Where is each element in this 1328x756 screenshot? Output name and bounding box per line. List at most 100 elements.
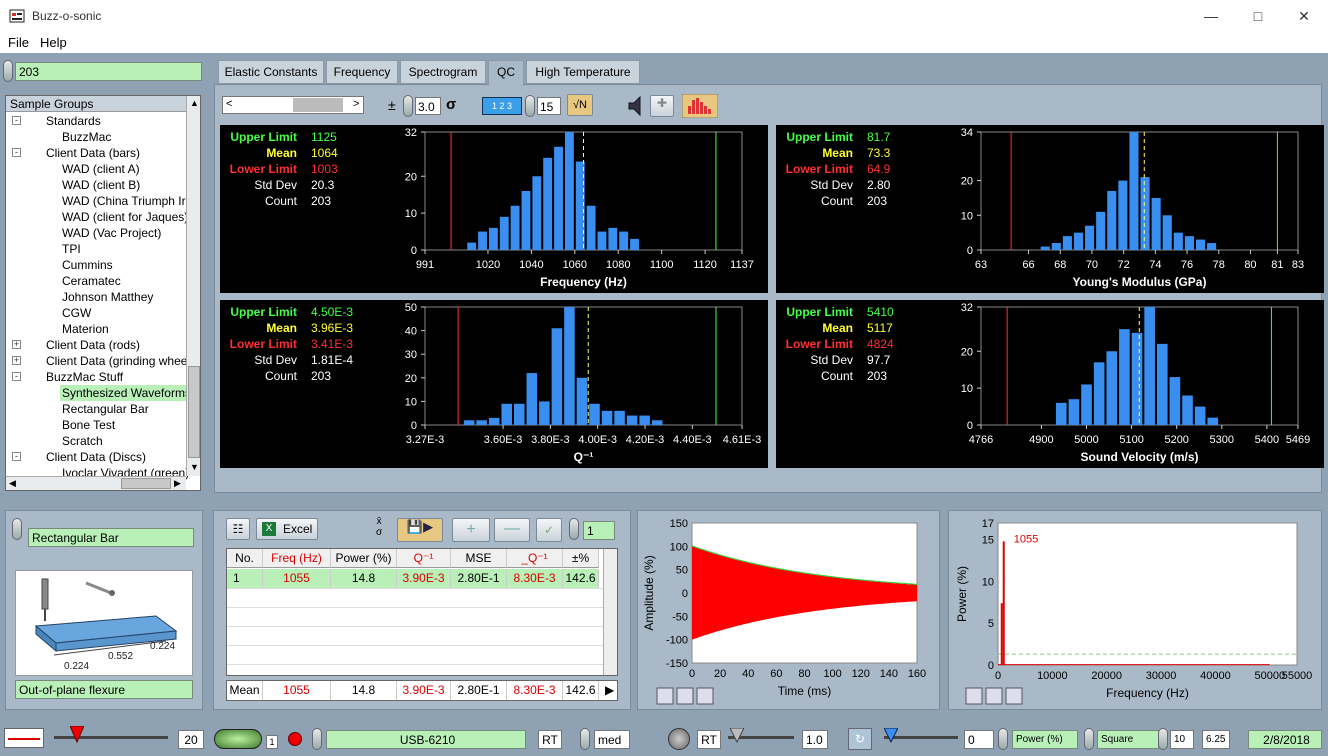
menu-file[interactable]: File xyxy=(8,35,29,50)
sample-count-field[interactable]: 203 xyxy=(15,62,202,81)
rt-field-1[interactable]: RT xyxy=(538,730,562,749)
tree-hscrollbar[interactable]: ◀ ▶ xyxy=(6,476,186,490)
n-field[interactable]: 10 xyxy=(1170,730,1194,749)
tree-expander-icon[interactable]: + xyxy=(12,356,21,365)
table-header-cell[interactable]: Freq (Hz) xyxy=(263,549,331,568)
table-header-cell[interactable]: _Q⁻¹ xyxy=(507,549,563,568)
menu-help[interactable]: Help xyxy=(40,35,67,50)
tree-item[interactable]: Client Data (Discs) xyxy=(44,449,148,465)
tab-high-temperature[interactable]: High Temperature xyxy=(526,60,640,84)
tree-item[interactable]: CGW xyxy=(60,305,93,321)
tree-item[interactable]: WAD (client B) xyxy=(60,177,142,193)
tree-item[interactable]: Johnson Matthey xyxy=(60,289,155,305)
device-field[interactable]: USB-6210 xyxy=(326,730,526,749)
table-cell[interactable]: 8.30E-3 xyxy=(507,569,563,588)
pan-icon[interactable] xyxy=(1005,687,1023,705)
tab-frequency[interactable]: Frequency xyxy=(326,60,398,84)
record-count[interactable]: 1 xyxy=(583,521,615,540)
bins-spinner[interactable] xyxy=(525,95,535,117)
tree-item[interactable]: BuzzMac xyxy=(60,129,113,145)
tree-item[interactable]: Client Data (rods) xyxy=(44,337,142,353)
speaker-icon[interactable] xyxy=(626,95,646,117)
table-header-cell[interactable]: Power (%) xyxy=(331,549,397,568)
record-spinner[interactable] xyxy=(569,518,579,540)
refresh-icon[interactable]: ↻ xyxy=(848,728,872,750)
table-cell[interactable]: 1 xyxy=(227,569,263,588)
tree-item[interactable]: WAD (China Triumph Ir xyxy=(60,193,188,209)
maximize-icon[interactable]: □ xyxy=(1243,6,1273,28)
close-icon[interactable]: ✕ xyxy=(1289,6,1319,28)
table-cell[interactable]: 3.90E-3 xyxy=(397,569,451,588)
excel-button[interactable]: X Excel xyxy=(256,518,318,540)
tab-spectrogram[interactable]: Spectrogram xyxy=(400,60,486,84)
power-slider-thumb-icon[interactable] xyxy=(884,728,898,744)
save-record-button[interactable]: 💾▶ xyxy=(397,518,443,542)
tree-item[interactable]: Rectangular Bar xyxy=(60,401,151,417)
tree-item[interactable]: Client Data (grinding whee xyxy=(44,353,189,369)
tree-vscrollbar[interactable]: ▲ ▼ xyxy=(186,96,200,476)
qc-scrollbar[interactable]: < > xyxy=(222,96,364,114)
bins-input[interactable]: 15 xyxy=(537,97,561,115)
remove-button[interactable]: — xyxy=(494,518,530,542)
minimize-icon[interactable]: — xyxy=(1196,6,1226,28)
line-style-swatch[interactable] xyxy=(4,728,44,748)
level-value[interactable]: 20 xyxy=(178,730,204,749)
tree-item[interactable]: Client Data (bars) xyxy=(44,145,142,161)
window-spinner[interactable] xyxy=(1084,728,1094,750)
mean-arrow-icon[interactable]: ▶ xyxy=(605,683,614,697)
table-cell[interactable]: 14.8 xyxy=(331,569,397,588)
sigma-spinner[interactable] xyxy=(403,95,413,117)
power-mode-spinner[interactable] xyxy=(998,728,1008,750)
tree-item[interactable]: Bone Test xyxy=(60,417,117,433)
tree-item[interactable]: TPI xyxy=(60,241,83,257)
tab-qc[interactable]: QC xyxy=(488,60,524,86)
tree-item[interactable]: WAD (client A) xyxy=(60,161,142,177)
table-vscrollbar[interactable] xyxy=(603,549,617,675)
window-field[interactable]: Square xyxy=(1097,730,1159,749)
add-button[interactable]: + xyxy=(452,518,490,542)
n-spinner[interactable] xyxy=(1158,728,1168,750)
tree-item[interactable]: Scratch xyxy=(60,433,105,449)
gain-value[interactable]: 1.0 xyxy=(802,730,828,749)
table-cell[interactable]: 1055 xyxy=(263,569,331,588)
gain-knob-icon[interactable] xyxy=(668,728,690,750)
power-mode-field[interactable]: Power (%) xyxy=(1012,730,1078,749)
gain-slider-thumb-icon[interactable] xyxy=(730,728,744,744)
tree-item[interactable]: Ceramatec xyxy=(60,273,123,289)
accept-button[interactable]: ✓ xyxy=(536,518,562,542)
record-indicator-icon[interactable] xyxy=(288,732,302,746)
zoom-icon[interactable] xyxy=(985,687,1003,705)
zoom-fit-icon[interactable] xyxy=(656,687,674,705)
mode-field[interactable]: Out-of-plane flexure xyxy=(15,680,193,699)
pan-icon[interactable] xyxy=(696,687,714,705)
count-spinner[interactable] xyxy=(3,60,13,82)
run-button[interactable] xyxy=(214,729,262,749)
table-header-cell[interactable]: ±% xyxy=(563,549,599,568)
med-spinner[interactable] xyxy=(580,728,590,750)
tree-item[interactable]: Cummins xyxy=(60,257,115,273)
histogram-button-icon[interactable] xyxy=(682,94,718,118)
tree-expander-icon[interactable]: + xyxy=(12,340,21,349)
tree-item[interactable]: BuzzMac Stuff xyxy=(44,369,125,385)
device-spinner[interactable] xyxy=(312,728,322,750)
zoom-fit-icon[interactable] xyxy=(965,687,983,705)
tree-item[interactable]: Materion xyxy=(60,321,111,337)
results-table[interactable]: No. Freq (Hz) Power (%) Q⁻¹ MSE _Q⁻¹ ±% 1 1055 14… xyxy=(226,548,618,676)
table-cell[interactable]: 142.6 xyxy=(563,569,599,588)
tree-item[interactable]: Synthesized Waveforms xyxy=(60,385,193,401)
bins-icon[interactable]: 1 2 3 xyxy=(482,97,522,115)
tree-expander-icon[interactable]: - xyxy=(12,148,21,157)
zoom-icon[interactable] xyxy=(676,687,694,705)
table-header-cell[interactable]: No. xyxy=(227,549,263,568)
tree-expander-icon[interactable]: - xyxy=(12,372,21,381)
level-slider-thumb-icon[interactable] xyxy=(70,726,84,744)
sample-spinner[interactable] xyxy=(12,518,22,540)
table-view-button[interactable]: ☷ xyxy=(226,518,250,540)
crosshair-button[interactable]: ✚ xyxy=(650,95,674,117)
sigma-input[interactable]: 3.0 xyxy=(415,97,441,115)
table-header-cell[interactable]: Q⁻¹ xyxy=(397,549,451,568)
power-value[interactable]: 0 xyxy=(964,730,994,749)
tree-item[interactable]: WAD (Vac Project) xyxy=(60,225,163,241)
sample-type-field[interactable]: Rectangular Bar xyxy=(28,528,194,547)
med-field[interactable]: med xyxy=(594,730,630,749)
